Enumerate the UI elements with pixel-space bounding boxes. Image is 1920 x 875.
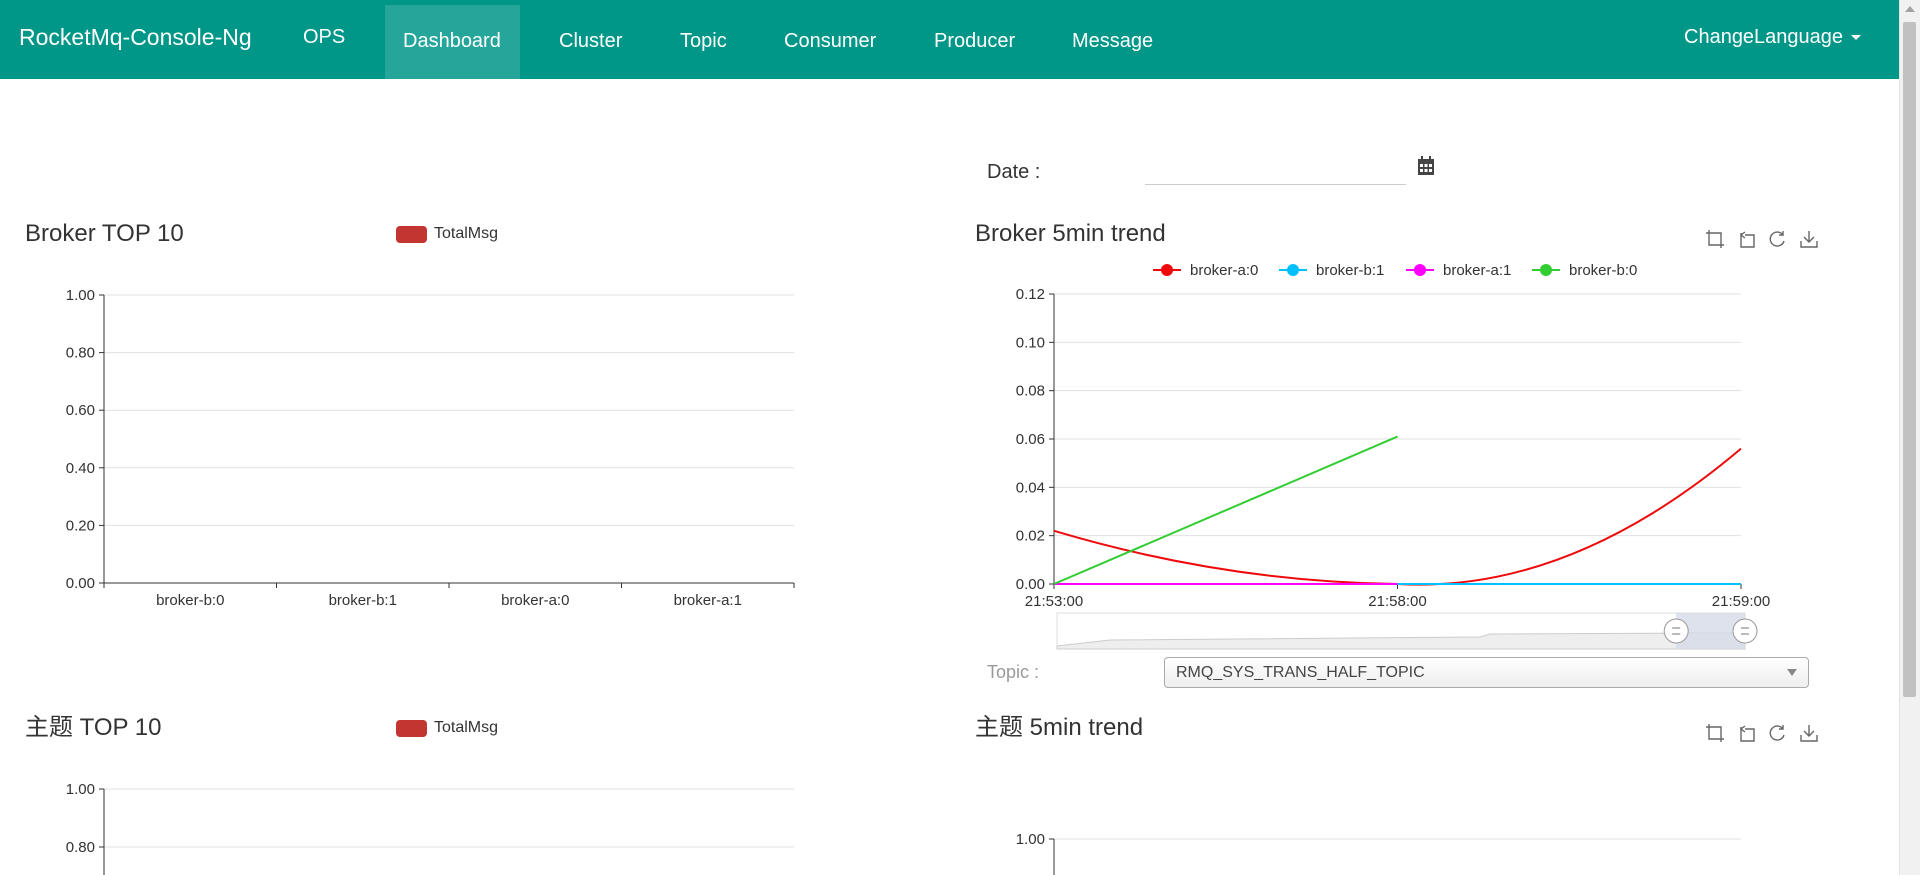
x-tick-label: 21:59:00 (1712, 593, 1770, 610)
y-tick-label: 0.00 (1016, 576, 1045, 593)
y-tick-label: 0.80 (66, 839, 95, 856)
y-tick-label: 1.00 (66, 287, 95, 304)
y-tick-label: 0.04 (1016, 479, 1045, 496)
y-tick-label: 0.60 (66, 402, 95, 419)
datazoom-handle[interactable] (1732, 618, 1758, 644)
y-tick-label: 0.08 (1016, 383, 1045, 400)
legend-label: broker-a:0 (1190, 262, 1258, 279)
legend-label: broker-b:0 (1569, 262, 1637, 279)
legend-marker (1287, 264, 1299, 276)
y-tick-label: 0.10 (1016, 334, 1045, 351)
y-tick-label: 0.80 (66, 345, 95, 362)
x-tick-label: broker-b:0 (156, 592, 224, 609)
legend-label: broker-a:1 (1443, 262, 1511, 279)
datazoom-handle[interactable] (1663, 618, 1689, 644)
y-tick-label: 0.06 (1016, 431, 1045, 448)
x-tick-label: 21:53:00 (1025, 593, 1083, 610)
y-tick-label: 0.12 (1016, 286, 1045, 303)
y-tick-label: 1.00 (1016, 831, 1045, 848)
y-tick-label: 0.40 (66, 460, 95, 477)
y-tick-label: 0.20 (66, 517, 95, 534)
y-tick-label: 0.02 (1016, 528, 1045, 545)
charts-canvas: 0.00 0.20 0.40 0.60 0.80 1.00 broker-b:0 broker… (66, 262, 1770, 875)
scroll-up-arrow-icon[interactable] (1905, 6, 1915, 12)
legend-marker (1540, 264, 1552, 276)
y-tick-label: 0.00 (66, 575, 95, 592)
x-tick-label: broker-b:1 (329, 592, 397, 609)
series-line-broker-a-0 (1053, 447, 1742, 586)
x-tick-label: 21:58:00 (1368, 593, 1426, 610)
series-line-broker-b-0 (1053, 435, 1398, 585)
scrollbar-thumb[interactable] (1903, 22, 1916, 697)
x-tick-label: broker-a:0 (501, 592, 569, 609)
y-tick-label: 1.00 (66, 781, 95, 798)
legend-marker (1161, 264, 1173, 276)
legend-marker (1414, 264, 1426, 276)
x-tick-label: broker-a:1 (674, 592, 742, 609)
legend-label: broker-b:1 (1316, 262, 1384, 279)
